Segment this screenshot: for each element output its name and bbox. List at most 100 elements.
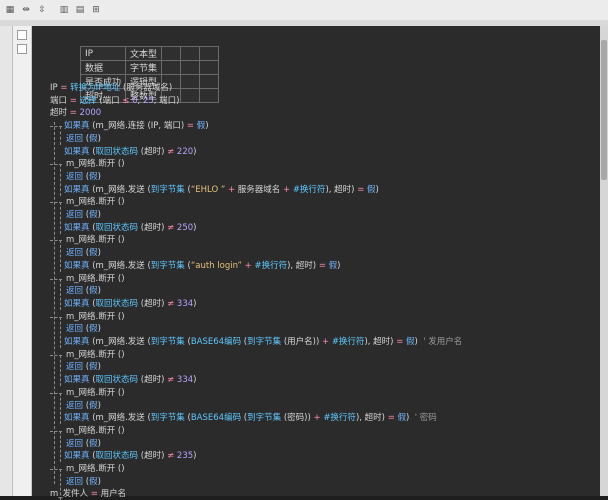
fold-marker[interactable] (17, 44, 27, 54)
code-token: (m_网络.连接 (IP, 端口) (89, 121, 187, 132)
split-icon[interactable]: ⊞ (88, 3, 104, 18)
code-line[interactable]: 返回 (假) (66, 323, 101, 335)
code-line[interactable]: 如果真 (m_网络.发送 (到字节集 (“EHLO ” + 服务器域名 + #换… (64, 184, 379, 196)
fold-marker[interactable] (17, 30, 27, 40)
code-token: ) (193, 451, 197, 462)
code-token: (超时) (138, 298, 168, 309)
code-token: ' 发用户名 (423, 337, 463, 347)
code-token: = (69, 95, 80, 106)
code-line[interactable]: 返回 (假) (66, 285, 101, 297)
var-type[interactable]: 文本型 (125, 46, 163, 61)
code-line[interactable]: 如果真 (m_网络.连接 (IP, 端口) = 假) (64, 120, 209, 132)
code-line[interactable]: 返回 (假) (66, 476, 101, 488)
code-token: m_网络.断开 () (66, 349, 125, 360)
code-token: ) (406, 413, 415, 424)
code-token: 假 (328, 260, 338, 271)
code-token: 假 (89, 210, 98, 220)
code-line[interactable]: 如果真 (m_网络.发送 (到字节集 (BASE64编码 (到字节集 (用户名)… (64, 336, 462, 348)
column-icon[interactable]: ▥ (56, 3, 72, 18)
code-token: ), 超时) (287, 260, 319, 271)
code-token: ) (97, 210, 101, 220)
code-line[interactable]: 如果真 (取回状态码 (超时) ≠ 220) (64, 146, 197, 158)
flow-guide-line (60, 430, 61, 463)
code-line[interactable]: 如果真 (m_网络.发送 (到字节集 (“auth login” + #换行符)… (64, 260, 341, 272)
code-editor[interactable]: IP 文本型 数据 字节集 是否成功 逻辑型 超时 整数型 IP = 转换为IP地址 (服务器… (32, 26, 600, 500)
code-token: (m_网络.发送 ( (89, 413, 151, 424)
var-type[interactable]: 字节集 (125, 60, 163, 75)
var-attr-cell[interactable] (199, 60, 220, 75)
code-line[interactable]: 端口 = 选择 (端口 ≤ 0, 25, 端口) (50, 95, 180, 107)
code-line[interactable]: 返回 (假) (66, 361, 101, 373)
code-token: ) (97, 438, 101, 449)
code-token: 假 (89, 324, 98, 335)
code-token: (超时) (138, 451, 168, 462)
var-row[interactable]: 数据 字节集 (79, 60, 220, 75)
code-token: 到字节集 (247, 337, 282, 347)
code-line[interactable]: 如果真 (取回状态码 (超时) ≠ 235) (64, 450, 197, 462)
code-line[interactable]: m_网络.断开 () (66, 158, 125, 170)
code-line[interactable]: 返回 (假) (66, 133, 101, 145)
code-line[interactable]: 如果真 (取回状态码 (超时) ≠ 250) (64, 222, 197, 234)
fit-width-icon[interactable]: ⇹ (18, 3, 34, 18)
var-attr-cell[interactable] (180, 60, 201, 75)
code-token: 到字节集 (247, 413, 282, 424)
code-token: ) (375, 184, 379, 195)
var-attr-cell[interactable] (180, 74, 201, 89)
code-line[interactable]: 返回 (假) (66, 247, 101, 259)
code-line[interactable]: 超时 = 2000 (50, 107, 101, 119)
code-line[interactable]: IP = 转换为IP地址 (服务器域名) (50, 82, 172, 94)
code-token: 返回 (66, 171, 84, 182)
code-token: ) (97, 133, 101, 144)
code-line[interactable]: m_网络.断开 () (66, 234, 125, 246)
row-icon[interactable]: ▤ (72, 3, 88, 18)
code-line[interactable]: 如果真 (m_网络.发送 (到字节集 (BASE64编码 (到字节集 (密码))… (64, 412, 437, 424)
code-token: m_发件人 (50, 489, 91, 500)
var-attr-cell[interactable] (199, 74, 220, 89)
code-line[interactable]: m_网络.断开 () (66, 273, 125, 285)
code-token: (m_网络.发送 ( (89, 260, 151, 271)
code-line[interactable]: m_发件人 = 用户名 (50, 488, 126, 500)
code-line[interactable]: 返回 (假) (66, 171, 101, 183)
var-name[interactable]: IP (79, 46, 127, 61)
fit-height-icon[interactable]: ⇳ (34, 3, 50, 18)
code-token: 取回状态码 (95, 451, 139, 462)
var-attr-cell[interactable] (161, 60, 182, 75)
code-token: 取回状态码 (95, 375, 139, 386)
code-line[interactable]: 返回 (假) (66, 438, 101, 450)
var-name[interactable]: 数据 (79, 60, 127, 75)
code-token: m_网络.断开 () (66, 311, 125, 322)
code-line[interactable]: m_网络.断开 () (66, 349, 125, 361)
code-token: 假 (89, 248, 98, 259)
code-token: 返回 (66, 476, 84, 487)
code-line[interactable]: m_网络.断开 () (66, 196, 125, 208)
code-token: 转换为IP地址 (70, 83, 121, 93)
code-line[interactable]: 如果真 (取回状态码 (超时) ≠ 334) (64, 298, 197, 310)
code-line[interactable]: 返回 (假) (66, 400, 101, 412)
code-token: 如果真 (64, 298, 90, 309)
code-line[interactable]: m_网络.断开 () (66, 387, 125, 399)
var-attr-cell[interactable] (180, 88, 201, 103)
code-line[interactable]: m_网络.断开 () (66, 463, 125, 475)
grid-icon[interactable]: ▦ (2, 3, 18, 18)
code-line[interactable]: 返回 (假) (66, 209, 101, 221)
code-token: + (225, 184, 238, 195)
code-token: ) (97, 362, 101, 373)
code-line[interactable]: 如果真 (取回状态码 (超时) ≠ 334) (64, 374, 197, 386)
code-token: 返回 (66, 286, 84, 297)
code-line[interactable]: m_网络.断开 () (66, 311, 125, 323)
var-row[interactable]: IP 文本型 (79, 46, 220, 61)
code-line[interactable]: m_网络.断开 () (66, 425, 125, 437)
code-token: 假 (89, 438, 98, 449)
code-token: m_网络.断开 () (66, 235, 125, 246)
var-attr-cell[interactable] (161, 46, 182, 61)
code-token: = (396, 337, 407, 347)
var-attr-cell[interactable] (199, 88, 220, 103)
scrollbar-thumb[interactable] (601, 40, 607, 180)
code-token: 假 (89, 286, 98, 297)
code-token: 假 (89, 133, 98, 144)
code-token: 假 (397, 413, 407, 424)
var-attr-cell[interactable] (180, 46, 201, 61)
code-token: m_网络.断开 () (66, 273, 125, 284)
code-token: 如果真 (64, 146, 90, 157)
var-attr-cell[interactable] (199, 46, 220, 61)
